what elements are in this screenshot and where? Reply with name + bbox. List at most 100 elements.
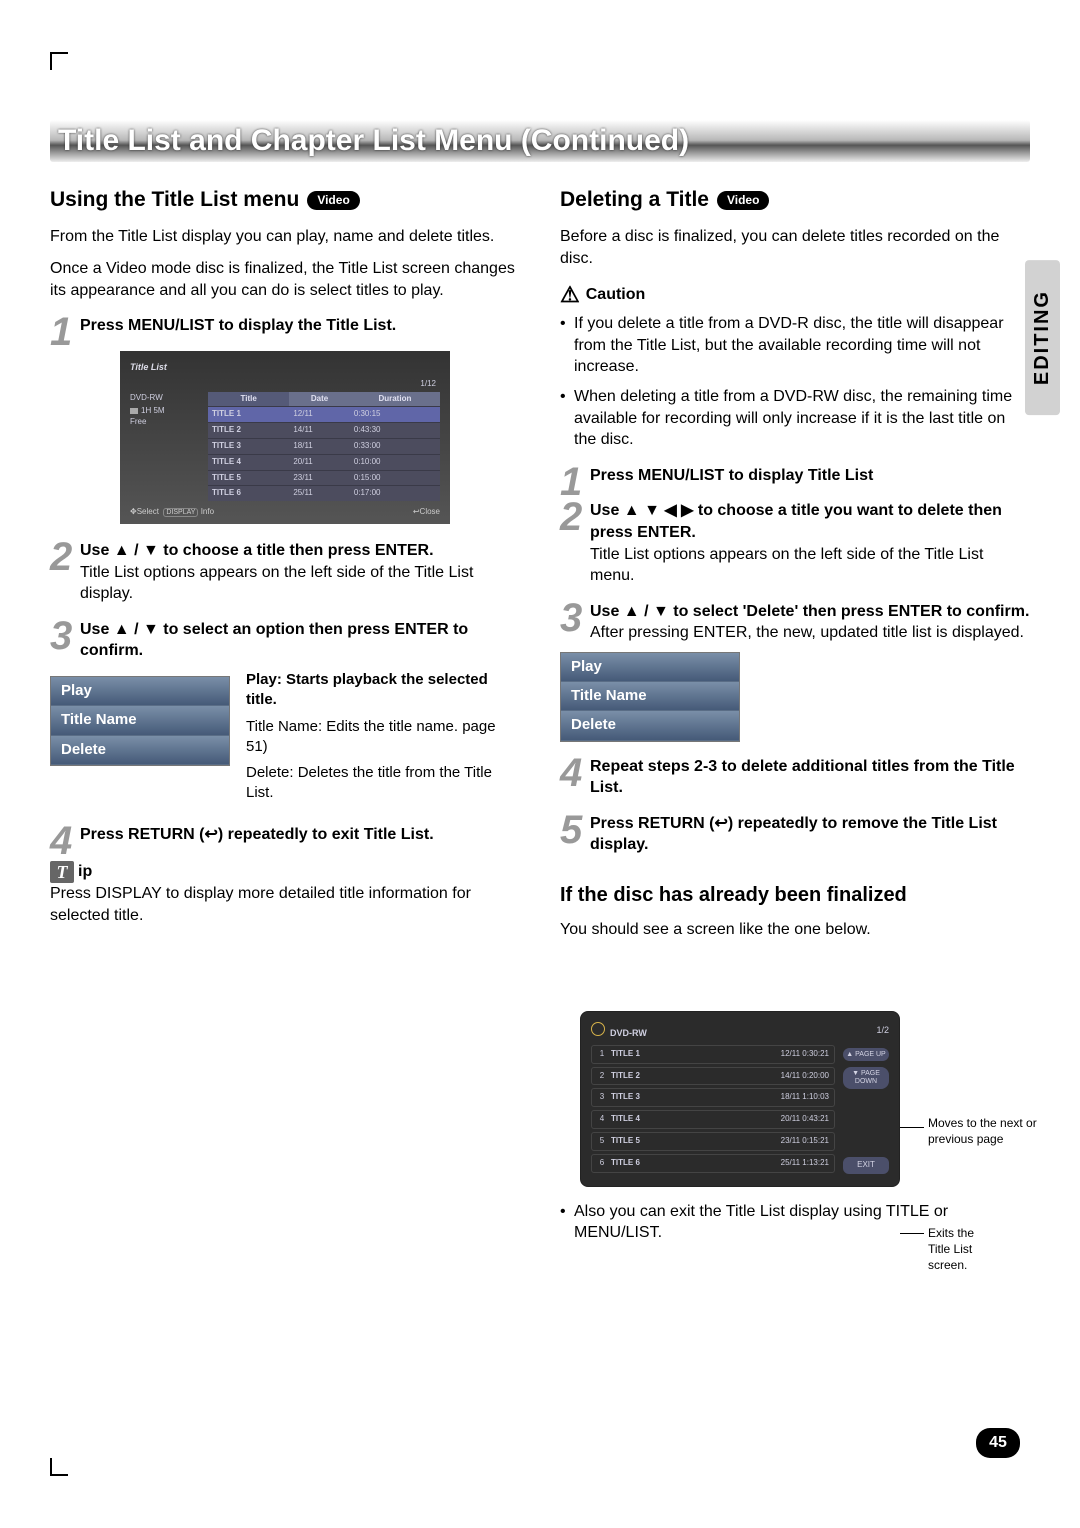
osd2-disc-type: DVD-RW: [610, 1028, 647, 1038]
right-step-5-text: Press RETURN (↩) repeatedly to remove th…: [590, 815, 997, 854]
step-number-icon: 3: [50, 609, 72, 663]
right-column: Deleting a Title Video Before a disc is …: [560, 186, 1030, 1252]
table-row: TITLE 625/110:17:00: [208, 486, 440, 501]
list-item: 1TITLE 112/11 0:30:21: [591, 1045, 835, 1064]
left-step-2: 2 Use ▲ / ▼ to choose a title then press…: [50, 540, 520, 605]
left-column: Using the Title List menu Video From the…: [50, 186, 520, 1252]
tip-body: Press DISPLAY to display more detailed t…: [50, 883, 520, 926]
caution-label: Caution: [586, 284, 646, 306]
finalized-intro: You should see a screen like the one bel…: [560, 919, 1030, 941]
tip-label: ip: [78, 861, 92, 883]
table-row: TITLE 318/110:33:00: [208, 439, 440, 455]
left-intro-1: From the Title List display you can play…: [50, 226, 520, 248]
left-step-2-body: Title List options appears on the left s…: [80, 562, 520, 605]
left-step-4-text: Press RETURN (↩) repeatedly to exit Titl…: [80, 826, 434, 843]
video-badge: Video: [307, 191, 359, 210]
exit-button: EXIT: [843, 1157, 889, 1174]
step-number-icon: 1: [50, 305, 72, 359]
left-step-4: 4 Press RETURN (↩) repeatedly to exit Ti…: [50, 824, 520, 846]
option-delete: Delete: [51, 736, 229, 765]
option-delete: Delete: [561, 711, 739, 740]
right-step-2-text: Use ▲ ▼ ◀ ▶ to choose a title you want t…: [590, 502, 1002, 541]
osd1-col-date: Date: [289, 392, 349, 407]
right-step-3-text: Use ▲ / ▼ to select 'Delete' then press …: [590, 603, 1029, 620]
page-up-button: ▲ PAGE UP: [843, 1048, 889, 1062]
video-badge: Video: [717, 191, 769, 210]
right-step-2: 2 Use ▲ ▼ ◀ ▶ to choose a title you want…: [560, 500, 1030, 586]
list-item: 5TITLE 523/11 0:15:21: [591, 1132, 835, 1151]
desc-play: Play: Starts playback the selected title…: [246, 671, 488, 708]
page-title: Title List and Chapter List Menu (Contin…: [58, 124, 1022, 158]
page-title-bar: Title List and Chapter List Menu (Contin…: [50, 120, 1030, 162]
option-title-name: Title Name: [51, 706, 229, 735]
list-item: 4TITLE 420/11 0:43:21: [591, 1110, 835, 1129]
disc-usage-icon: [130, 408, 138, 414]
left-heading: Using the Title List menu Video: [50, 186, 520, 214]
osd1-header: Title List: [130, 361, 440, 373]
osd1-col-title: Title: [208, 392, 289, 407]
step-number-icon: 4: [560, 746, 582, 800]
right-step-4: 4 Repeat steps 2-3 to delete additional …: [560, 756, 1030, 799]
options-menu-right: Play Title Name Delete: [560, 652, 740, 742]
osd2-page: 1/2: [876, 1024, 889, 1036]
osd1-col-duration: Duration: [350, 392, 440, 407]
step-number-icon: 4: [50, 814, 72, 868]
finalized-heading: If the disc has already been finalized: [560, 882, 1030, 909]
crop-mark-bl: [50, 1458, 68, 1476]
desc-title-name: Title Name: Edits the title name. page 5…: [246, 718, 496, 755]
page-down-button: ▼ PAGE DOWN: [843, 1067, 889, 1088]
desc-delete: Delete: Deletes the title from the Title…: [246, 764, 492, 801]
option-descriptions: Play: Starts playback the selected title…: [246, 670, 520, 810]
option-play: Play: [51, 677, 229, 706]
left-step-1-text: Press MENU/LIST to display the Title Lis…: [80, 317, 396, 334]
joystick-icon: ✥: [130, 507, 137, 516]
right-intro: Before a disc is finalized, you can dele…: [560, 226, 1030, 269]
table-row: TITLE 523/110:15:00: [208, 470, 440, 486]
osd1-disc-type: DVD-RW: [130, 392, 200, 403]
left-step-3-text: Use ▲ / ▼ to select an option then press…: [80, 621, 468, 660]
caution-item: If you delete a title from a DVD-R disc,…: [560, 313, 1030, 378]
right-heading-text: Deleting a Title: [560, 186, 709, 214]
section-tab-editing: EDITING: [1025, 260, 1060, 415]
caution-list: If you delete a title from a DVD-R disc,…: [560, 313, 1030, 451]
osd1-table: Title Date Duration TITLE 112/110:30:15 …: [208, 392, 440, 502]
annot-nextprev: Moves to the next or previous page: [928, 1115, 1058, 1147]
left-step-3: 3 Use ▲ / ▼ to select an option then pre…: [50, 619, 520, 662]
title-list-osd: Title List 1/12 DVD-RW 1H 5M Free Title …: [120, 351, 450, 524]
step-number-icon: 3: [560, 591, 582, 645]
options-menu-left: Play Title Name Delete: [50, 676, 230, 766]
right-step-3-body: After pressing ENTER, the new, updated t…: [590, 622, 1030, 644]
finalized-footer: Also you can exit the Title List display…: [560, 1201, 1030, 1244]
osd1-page-indicator: 1/12: [130, 379, 440, 390]
option-play: Play: [561, 653, 739, 682]
finalized-footer-list: Also you can exit the Title List display…: [560, 1201, 1030, 1244]
table-row: TITLE 420/110:10:00: [208, 454, 440, 470]
caution-heading: ⚠ Caution: [560, 280, 1030, 310]
right-heading: Deleting a Title Video: [560, 186, 1030, 214]
table-row: TITLE 112/110:30:15: [208, 407, 440, 423]
crop-mark-tl: [50, 52, 68, 70]
caution-item: When deleting a title from a DVD-RW disc…: [560, 386, 1030, 451]
finalized-osd-wrap: Indicates total and current page number …: [560, 1011, 980, 1187]
option-title-name: Title Name: [561, 682, 739, 711]
warning-icon: ⚠: [560, 280, 580, 310]
list-item: 3TITLE 318/11 1:10:03: [591, 1088, 835, 1107]
tip-heading: T ip: [50, 861, 520, 883]
right-step-3: 3 Use ▲ / ▼ to select 'Delete' then pres…: [560, 601, 1030, 644]
left-step-1: 1 Press MENU/LIST to display the Title L…: [50, 315, 520, 337]
left-heading-text: Using the Title List menu: [50, 186, 299, 214]
step-number-icon: 2: [50, 530, 72, 584]
right-step-5: 5 Press RETURN (↩) repeatedly to remove …: [560, 813, 1030, 856]
list-item: 2TITLE 214/11 0:20:00: [591, 1067, 835, 1086]
list-item: 6TITLE 625/11 1:13:21: [591, 1154, 835, 1173]
page-number: 45: [976, 1428, 1020, 1458]
table-row: TITLE 214/110:43:30: [208, 423, 440, 439]
step-number-icon: 2: [560, 490, 582, 544]
osd1-left-info: DVD-RW 1H 5M Free: [130, 392, 200, 502]
left-step-2-text: Use ▲ / ▼ to choose a title then press E…: [80, 542, 434, 559]
left-intro-2: Once a Video mode disc is finalized, the…: [50, 258, 520, 301]
right-step-2-body: Title List options appears on the left s…: [590, 544, 1030, 587]
right-step-1-text: Press MENU/LIST to display Title List: [590, 467, 873, 484]
finalized-osd: DVD-RW 1/2 1TITLE 112/11 0:30:21 2TITLE …: [580, 1011, 900, 1187]
step-number-icon: 5: [560, 803, 582, 857]
